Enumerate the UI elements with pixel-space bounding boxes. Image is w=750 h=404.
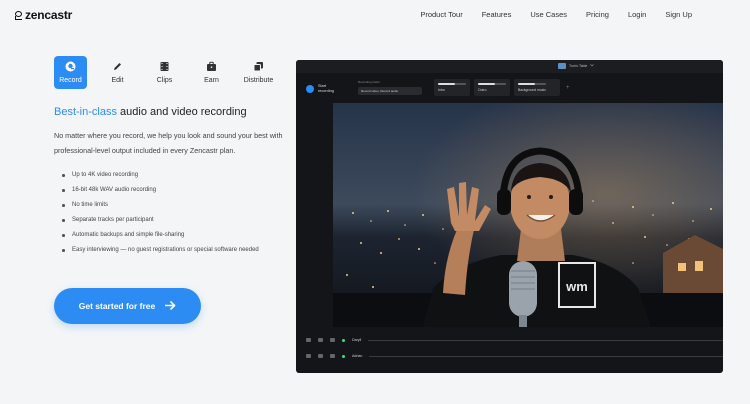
waveform-track [369, 355, 723, 357]
feature-tabs: Record Edit Clips Earn Distribute [54, 56, 289, 89]
feature-item: Easy interviewing — no guest registratio… [62, 243, 259, 258]
headline-rest: audio and video recording [116, 106, 247, 118]
nav-login[interactable]: Login [628, 10, 646, 19]
film-icon [159, 61, 170, 72]
pencil-icon [112, 61, 123, 72]
feature-item: Automatic backups and simple file-sharin… [62, 228, 259, 243]
nav-links: Product Tour Features Use Cases Pricing … [401, 10, 692, 19]
mic-icon [65, 61, 76, 72]
tab-edit[interactable]: Edit [101, 56, 134, 89]
briefcase-icon [206, 61, 217, 72]
tab-clips[interactable]: Clips [148, 56, 181, 89]
participant-name: Daryll [352, 338, 362, 342]
speaker-icon[interactable] [330, 338, 335, 342]
mic-icon[interactable] [318, 338, 323, 342]
tab-earn-label: Earn [204, 77, 219, 84]
chevron-down-icon [590, 64, 595, 68]
track-outro-label: Outro [478, 88, 487, 92]
zencastr-logo[interactable]: zencastr [15, 8, 72, 22]
video-feed: wm [333, 103, 723, 327]
tab-distribute-label: Distribute [243, 77, 274, 84]
start-recording-label: Start recording [318, 84, 334, 93]
track-background-music[interactable]: Background music [514, 79, 560, 96]
camera-icon[interactable] [306, 338, 311, 342]
track-intro[interactable]: Intro [434, 79, 470, 96]
room-title[interactable]: Tom's Table [558, 63, 595, 69]
top-nav: zencastr Product Tour Features Use Cases… [0, 0, 750, 28]
cta-label: Get started for free [78, 301, 156, 311]
add-track-icon[interactable]: + [566, 85, 570, 91]
start-recording-button[interactable] [306, 85, 314, 93]
recording-folder-label: Recording folder [358, 80, 381, 84]
feature-item: No time limits [62, 198, 259, 213]
participant-name: Adrian [352, 354, 363, 358]
tab-clips-label: Clips [156, 77, 173, 84]
nav-pricing[interactable]: Pricing [586, 10, 609, 19]
app-titlebar: Tom's Table [296, 60, 723, 73]
track-intro-label: Intro [438, 88, 445, 92]
brand-name: zencastr [25, 8, 73, 22]
logo-mark-icon [15, 10, 22, 20]
feature-item: Up to 4K video recording [62, 168, 259, 183]
get-started-button[interactable]: Get started for free [54, 288, 201, 324]
tab-distribute[interactable]: Distribute [242, 56, 275, 89]
hero-description: No matter where you record, we help you … [54, 131, 283, 155]
status-dot [342, 354, 345, 358]
svg-text:wm: wm [565, 279, 588, 294]
participant-row-daryll[interactable]: Daryll [306, 334, 723, 346]
headline-highlight: Best-in-class [54, 106, 117, 118]
tab-earn[interactable]: Earn [195, 56, 228, 89]
track-outro-level [478, 83, 506, 85]
nav-use-cases[interactable]: Use Cases [530, 10, 567, 19]
layers-icon [253, 61, 264, 72]
participant-row-adrian[interactable]: Adrian [306, 350, 723, 362]
feature-item: Separate tracks per participant [62, 213, 259, 228]
nav-sign-up[interactable]: Sign Up [665, 10, 692, 19]
track-intro-level [438, 83, 466, 85]
tab-record-label: Record [59, 77, 82, 84]
recording-folder-select[interactable]: Record video, Record audio [358, 87, 422, 95]
feature-list: Up to 4K video recording 16-bit 48k WAV … [62, 168, 259, 258]
nav-features[interactable]: Features [482, 10, 512, 19]
tab-record[interactable]: Record [54, 56, 87, 89]
camera-icon[interactable] [306, 354, 311, 358]
room-thumbnail-icon [558, 63, 566, 69]
waveform-track [368, 339, 723, 341]
track-background-music-level [518, 83, 546, 85]
video-person-image: wm [333, 103, 723, 327]
track-background-music-label: Background music [518, 88, 546, 92]
nav-product-tour[interactable]: Product Tour [420, 10, 462, 19]
room-title-text: Tom's Table [569, 64, 588, 68]
app-preview: Tom's Table Start recording Recording fo… [296, 60, 723, 373]
speaker-icon[interactable] [330, 354, 335, 358]
status-dot [342, 338, 345, 342]
hero-headline: Best-in-class audio and video recording [54, 106, 247, 118]
arrow-right-icon [164, 300, 176, 312]
tab-edit-label: Edit [111, 77, 124, 84]
mic-icon[interactable] [318, 354, 323, 358]
track-outro[interactable]: Outro [474, 79, 510, 96]
feature-item: 16-bit 48k WAV audio recording [62, 183, 259, 198]
